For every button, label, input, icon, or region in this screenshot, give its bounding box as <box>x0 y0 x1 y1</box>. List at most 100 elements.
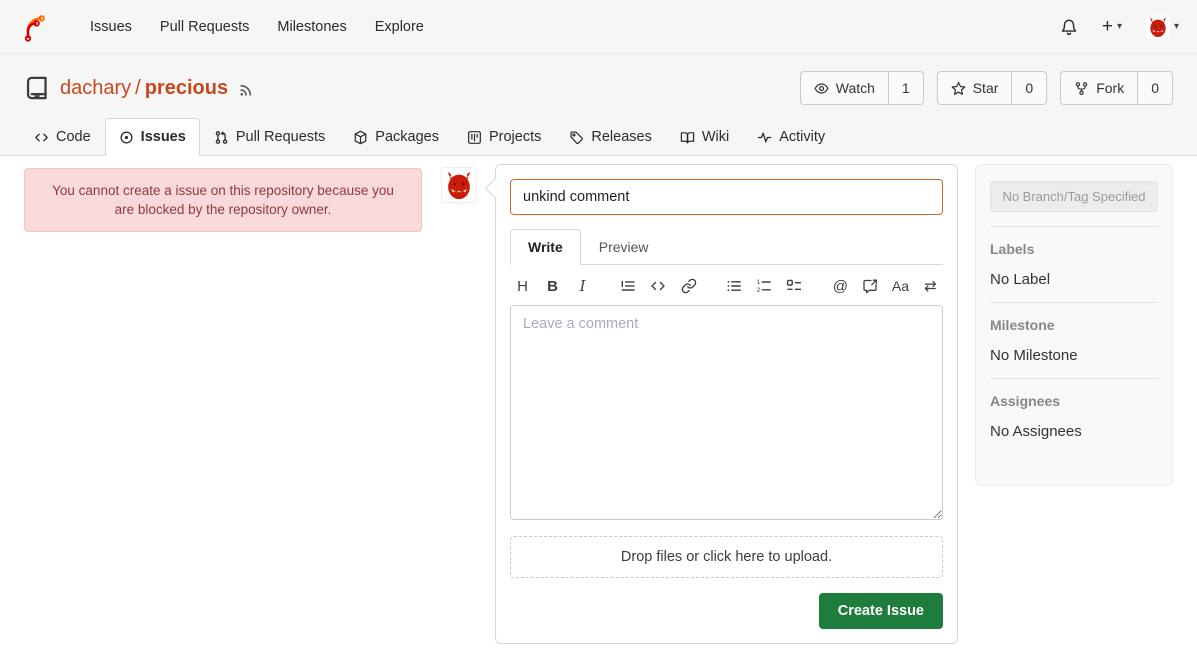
ordered-list-button[interactable]: 1 2 <box>756 277 773 295</box>
tab-issues-label: Issues <box>141 129 186 145</box>
repo-actions: Watch 1 Star 0 <box>800 71 1173 105</box>
comment-textarea[interactable] <box>510 305 943 520</box>
current-user-avatar <box>442 168 476 202</box>
unordered-list-button[interactable] <box>726 277 743 295</box>
user-avatar <box>1146 15 1170 39</box>
heading-button[interactable]: H <box>514 277 531 295</box>
bold-button[interactable]: B <box>544 277 561 295</box>
sidebar-divider <box>990 302 1158 303</box>
tab-wiki[interactable]: Wiki <box>666 118 743 155</box>
nav-pull-requests[interactable]: Pull Requests <box>146 19 263 35</box>
link-button[interactable] <box>680 277 697 295</box>
create-issue-button[interactable]: Create Issue <box>819 593 943 629</box>
top-navbar: Issues Pull Requests Milestones Explore … <box>0 0 1197 54</box>
blocked-error-text: You cannot create a issue on this reposi… <box>49 181 397 219</box>
branch-tag-button[interactable]: No Branch/Tag Specified <box>990 181 1158 212</box>
tab-packages-label: Packages <box>375 129 439 145</box>
tab-write[interactable]: Write <box>510 229 581 265</box>
assignees-value: No Assignees <box>990 423 1158 440</box>
star-button[interactable]: Star <box>938 72 1012 104</box>
switch-editor-button[interactable]: ⇄ <box>922 277 939 295</box>
tab-activity[interactable]: Activity <box>743 118 839 155</box>
repo-title-separator: / <box>135 77 141 99</box>
quote-button[interactable] <box>620 277 637 295</box>
notifications-button[interactable] <box>1060 18 1078 36</box>
submit-row: Create Issue <box>510 593 943 629</box>
tab-packages[interactable]: Packages <box>339 118 453 155</box>
git-pull-request-icon <box>214 130 229 145</box>
issue-opened-icon <box>119 130 134 145</box>
sidebar-divider <box>990 226 1158 227</box>
svg-text:1: 1 <box>757 279 761 286</box>
star-count-value: 0 <box>1025 80 1033 96</box>
italic-button[interactable]: I <box>574 277 591 295</box>
comment-editor: Write Preview H B I <box>510 229 943 520</box>
ordered-list-icon: 1 2 <box>756 278 772 294</box>
dropzone-label: Drop files or click here to upload. <box>621 549 832 565</box>
issue-title-input[interactable] <box>510 179 943 215</box>
labels-value: No Label <box>990 271 1158 288</box>
pulse-icon <box>757 130 772 145</box>
nav-explore[interactable]: Explore <box>361 19 438 35</box>
forgejo-logo-icon[interactable] <box>18 11 50 43</box>
tag-icon <box>569 130 584 145</box>
fork-button[interactable]: Fork <box>1061 72 1137 104</box>
tab-code-label: Code <box>56 129 91 145</box>
new-issue-form: Write Preview H B I <box>495 164 958 644</box>
star-count[interactable]: 0 <box>1011 72 1046 104</box>
fork-icon <box>1074 81 1089 96</box>
tab-pull-requests-label: Pull Requests <box>236 129 325 145</box>
rss-icon[interactable] <box>238 80 255 97</box>
code-button[interactable] <box>650 277 667 295</box>
book-icon <box>680 130 695 145</box>
navbar-right: + ▾ ▾ <box>1060 15 1179 39</box>
file-dropzone[interactable]: Drop files or click here to upload. <box>510 536 943 578</box>
labels-section-title[interactable]: Labels <box>990 241 1158 257</box>
watch-button-group: Watch 1 <box>800 71 924 105</box>
repo-tabbar: Code Issues Pull Requests Packages <box>0 118 1197 156</box>
tab-projects-label: Projects <box>489 129 541 145</box>
project-board-icon <box>467 130 482 145</box>
header-zone: Issues Pull Requests Milestones Explore … <box>0 0 1197 156</box>
mention-button[interactable]: @ <box>832 277 849 295</box>
watch-count-value: 1 <box>902 80 910 96</box>
font-size-button[interactable]: Aa <box>892 277 909 295</box>
tab-projects[interactable]: Projects <box>453 118 555 155</box>
tab-activity-label: Activity <box>779 129 825 145</box>
user-menu-button[interactable]: ▾ <box>1146 15 1179 39</box>
bell-icon <box>1060 18 1078 36</box>
fork-count[interactable]: 0 <box>1137 72 1172 104</box>
nav-issues[interactable]: Issues <box>76 19 146 35</box>
eye-icon <box>814 81 829 96</box>
unordered-list-icon <box>726 278 742 294</box>
milestone-section-title[interactable]: Milestone <box>990 317 1158 333</box>
watch-label: Watch <box>836 80 875 96</box>
blocked-error-banner: You cannot create a issue on this reposi… <box>24 168 422 232</box>
tab-pull-requests[interactable]: Pull Requests <box>200 118 339 155</box>
code-icon <box>650 278 666 294</box>
link-icon <box>681 278 697 294</box>
editor-tabs: Write Preview <box>510 229 943 265</box>
fork-label: Fork <box>1096 80 1124 96</box>
repo-owner-link[interactable]: dachary <box>60 77 131 99</box>
code-icon <box>34 130 49 145</box>
repo-title: dachary/precious <box>60 77 228 100</box>
tab-code[interactable]: Code <box>20 118 105 155</box>
star-icon <box>951 81 966 96</box>
package-icon <box>353 130 368 145</box>
assignees-section-title[interactable]: Assignees <box>990 393 1158 409</box>
quote-icon <box>620 278 636 294</box>
repo-name-link[interactable]: precious <box>145 77 228 99</box>
chevron-down-icon: ▾ <box>1174 21 1179 32</box>
reference-icon <box>862 278 878 294</box>
reference-button[interactable] <box>862 277 879 295</box>
tab-releases-label: Releases <box>591 129 651 145</box>
nav-milestones[interactable]: Milestones <box>263 19 360 35</box>
task-list-button[interactable] <box>786 277 803 295</box>
tab-releases[interactable]: Releases <box>555 118 665 155</box>
tab-preview[interactable]: Preview <box>581 229 667 264</box>
watch-button[interactable]: Watch <box>801 72 888 104</box>
tab-issues[interactable]: Issues <box>105 118 200 156</box>
create-menu-button[interactable]: + ▾ <box>1102 17 1122 36</box>
watch-count[interactable]: 1 <box>888 72 923 104</box>
